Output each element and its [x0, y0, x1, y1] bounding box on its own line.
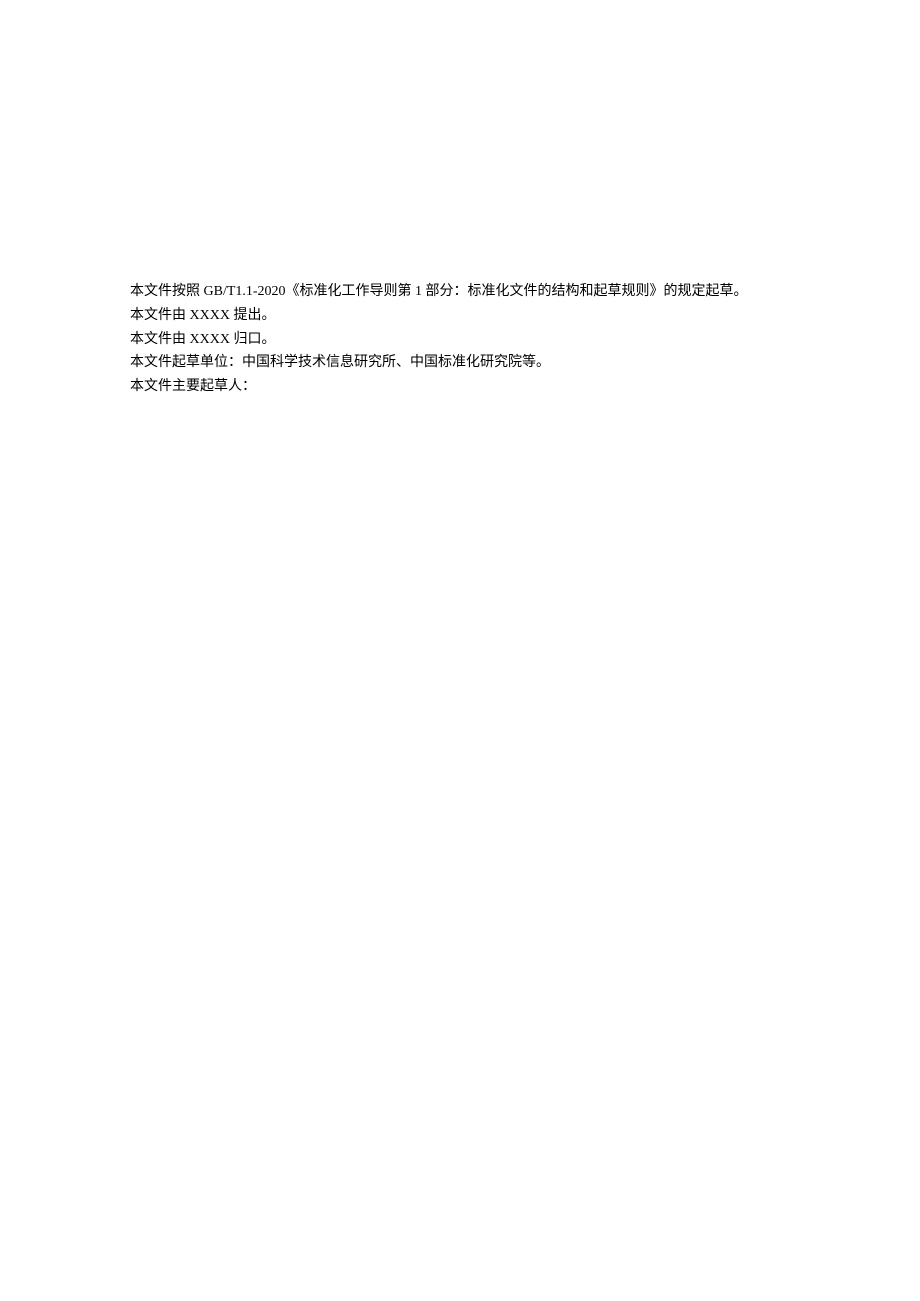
document-page: 本文件按照 GB/T1.1-2020《标准化工作导则第 1 部分：标准化文件的结… [0, 0, 920, 399]
paragraph-line-2: 本文件由 XXXX 提出。 [130, 304, 790, 328]
paragraph-line-3: 本文件由 XXXX 归口。 [130, 328, 790, 352]
paragraph-line-4: 本文件起草单位：中国科学技术信息研究所、中国标准化研究院等。 [130, 351, 790, 375]
paragraph-line-5: 本文件主要起草人： [130, 375, 790, 399]
paragraph-line-1: 本文件按照 GB/T1.1-2020《标准化工作导则第 1 部分：标准化文件的结… [130, 280, 790, 304]
